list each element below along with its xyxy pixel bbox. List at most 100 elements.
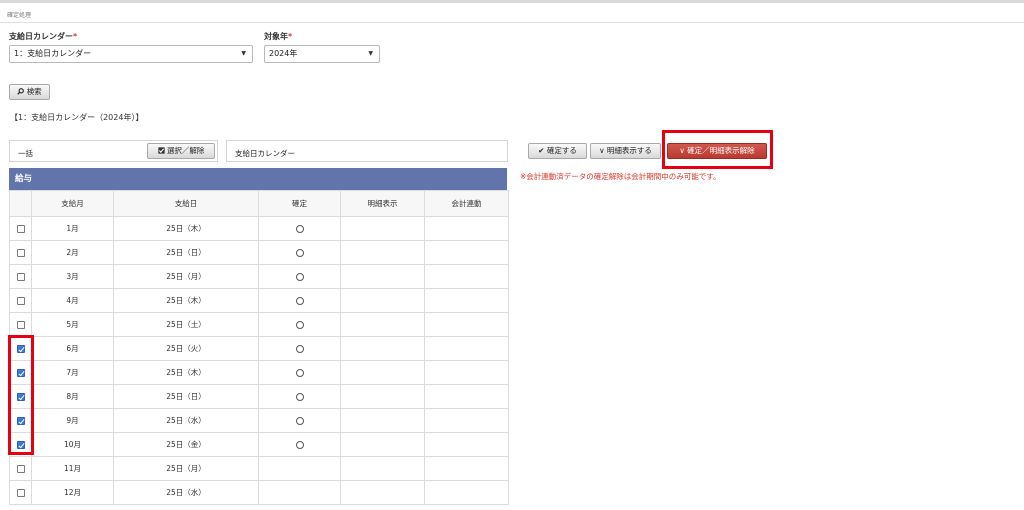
search-icon [17, 88, 25, 95]
year-label-text: 対象年 [264, 32, 288, 41]
row-checkbox[interactable] [16, 273, 25, 281]
payday-cell: 25日（水） [113, 408, 259, 433]
accounting-link-cell [424, 408, 509, 433]
accounting-link-cell [424, 216, 509, 241]
calendar-select[interactable]: 1：支給日カレンダー ▼ [9, 45, 253, 63]
row-select-cell [9, 240, 32, 265]
confirmed-cell [258, 288, 341, 313]
detail-display-cell [340, 336, 425, 361]
payday-cell: 25日（木） [113, 288, 259, 313]
table-row: 11月 25日（月） [9, 456, 509, 481]
calendar-label-text: 支給日カレンダー [9, 32, 73, 41]
payday-cell: 25日（水） [113, 480, 259, 505]
row-select-cell [9, 264, 32, 289]
select-toggle-button[interactable]: 選択／解除 [147, 143, 215, 159]
table-row: 7月 25日（木） [9, 360, 509, 385]
action-bar: 支給日カレンダー [226, 140, 508, 162]
detail-display-cell [340, 264, 425, 289]
header-accounting-link: 会計連動 [424, 190, 509, 217]
detail-display-cell [340, 384, 425, 409]
required-mark: * [73, 32, 78, 41]
confirmed-cell [258, 384, 341, 409]
month-cell: 8月 [31, 384, 114, 409]
table-row: 9月 25日（水） [9, 408, 509, 433]
row-checkbox[interactable] [16, 489, 25, 497]
confirm-button[interactable]: ✔ 確定する [528, 143, 587, 159]
detail-display-cell [340, 360, 425, 385]
payday-cell: 25日（火） [113, 336, 259, 361]
month-cell: 6月 [31, 336, 114, 361]
detail-display-cell [340, 240, 425, 265]
month-cell: 1月 [31, 216, 114, 241]
confirmed-circle-icon [295, 369, 304, 377]
row-checkbox[interactable] [16, 225, 25, 233]
header-month: 支給月 [31, 190, 114, 217]
warning-note: ※会計連動済データの確定解除は会計期間中のみ可能です。 [520, 172, 721, 181]
row-select-cell [9, 288, 32, 313]
accounting-link-cell [424, 240, 509, 265]
month-cell: 5月 [31, 312, 114, 337]
accounting-link-cell [424, 384, 509, 409]
confirmed-cell [258, 408, 341, 433]
confirmed-circle-icon [295, 393, 304, 401]
confirmed-cell [258, 312, 341, 337]
month-cell: 3月 [31, 264, 114, 289]
confirmed-cell [258, 456, 341, 481]
year-select-value: 2024年 [269, 49, 298, 58]
confirmed-cell [258, 360, 341, 385]
confirmed-cell [258, 336, 341, 361]
caret-down-icon: ▼ [368, 50, 373, 57]
table-row: 5月 25日（土） [9, 312, 509, 337]
section-header: 給与 [9, 168, 507, 190]
header-confirmed: 確定 [258, 190, 341, 217]
accounting-link-cell [424, 432, 509, 457]
year-select[interactable]: 2024年 ▼ [264, 45, 380, 63]
accounting-link-cell [424, 360, 509, 385]
top-border [0, 0, 1024, 3]
row-checkbox[interactable] [16, 297, 25, 305]
accounting-link-cell [424, 456, 509, 481]
detail-display-cell [340, 432, 425, 457]
detail-display-cell [340, 288, 425, 313]
confirmed-circle-icon [295, 441, 304, 449]
table-header-row: 支給月 支給日 確定 明細表示 会計連動 [9, 190, 509, 217]
confirmed-cell [258, 480, 341, 505]
accounting-link-cell [424, 264, 509, 289]
confirmed-circle-icon [295, 225, 304, 233]
row-checkbox[interactable] [16, 465, 25, 473]
search-button[interactable]: 検索 [9, 84, 50, 100]
caret-down-icon: ▼ [241, 50, 246, 57]
checked-rows-highlight-box [8, 335, 34, 455]
action-bar-label: 支給日カレンダー [235, 149, 295, 158]
row-select-cell [9, 456, 32, 481]
row-checkbox[interactable] [16, 249, 25, 257]
detail-display-cell [340, 312, 425, 337]
select-toggle-label: 選択／解除 [166, 146, 205, 155]
payday-cell: 25日（金） [113, 432, 259, 457]
month-cell: 11月 [31, 456, 114, 481]
accounting-link-cell [424, 336, 509, 361]
show-detail-button[interactable]: ∨ 明細表示する [590, 143, 661, 159]
table-row: 1月 25日（木） [9, 216, 509, 241]
table-row: 2月 25日（日） [9, 240, 509, 265]
confirmed-circle-icon [295, 345, 304, 353]
payday-cell: 25日（土） [113, 312, 259, 337]
table-row: 10月 25日（金） [9, 432, 509, 457]
month-cell: 2月 [31, 240, 114, 265]
confirmed-circle-icon [295, 273, 304, 281]
month-cell: 7月 [31, 360, 114, 385]
month-cell: 10月 [31, 432, 114, 457]
checkbox-icon [157, 147, 165, 154]
payday-cell: 25日（月） [113, 264, 259, 289]
calendar-heading: 【1：支給日カレンダー（2024年）】 [10, 113, 144, 122]
row-checkbox[interactable] [16, 321, 25, 329]
title-divider [0, 22, 1024, 23]
row-select-cell [9, 480, 32, 505]
show-detail-label: ∨ 明細表示する [599, 146, 652, 155]
calendar-select-value: 1：支給日カレンダー [14, 49, 92, 58]
payday-cell: 25日（木） [113, 216, 259, 241]
year-field-label: 対象年* [264, 31, 292, 42]
detail-display-cell [340, 456, 425, 481]
payday-cell: 25日（木） [113, 360, 259, 385]
confirmed-circle-icon [295, 297, 304, 305]
